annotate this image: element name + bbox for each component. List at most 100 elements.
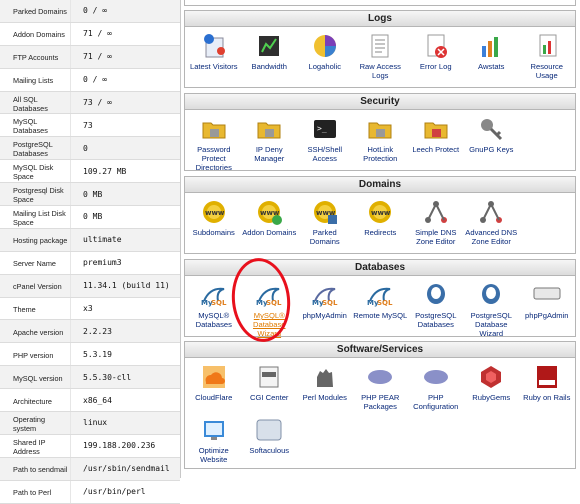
stats-row: MySQL Databases 73 xyxy=(0,114,180,138)
section-title-security: Security xyxy=(185,94,575,110)
parked-domains-link[interactable]: www Parked Domains xyxy=(297,196,353,246)
ip-deny-link[interactable]: IP Deny Manager xyxy=(242,113,298,172)
php-pear-link[interactable]: PHP PEAR Packages xyxy=(353,361,409,411)
stats-label: MySQL Databases xyxy=(13,117,48,136)
stats-label: MySQL Disk Space xyxy=(13,163,54,182)
icon-label: HotLink Protection xyxy=(363,145,398,163)
icons-logs: Latest Visitors Bandwidth Logaholic Raw Acc… xyxy=(185,27,575,80)
icon-label: Latest Visitors xyxy=(189,62,238,71)
previous-section-bottom xyxy=(184,0,576,6)
stats-label: Architecture xyxy=(13,396,52,406)
icon-label: GnuPG Keys xyxy=(469,145,514,154)
optimize-website-link[interactable]: Optimize Website xyxy=(186,414,242,464)
rubygems-link[interactable]: RubyGems xyxy=(464,361,520,411)
leech-protect-icon xyxy=(422,115,450,143)
icon-label: Simple DNS Zone Editor xyxy=(415,228,457,246)
error-log-link[interactable]: Error Log xyxy=(408,30,464,80)
awstats-link[interactable]: Awstats xyxy=(464,30,520,80)
section-title-databases: Databases xyxy=(185,260,575,276)
svg-text:SQL: SQL xyxy=(266,299,282,307)
icon-label: Softaculous xyxy=(249,446,290,455)
mysql-wizard-icon: My SQL xyxy=(255,281,283,309)
mysql-databases-link[interactable]: My SQL MySQL® Databases xyxy=(186,279,242,338)
ssh-shell-icon: >_ xyxy=(311,115,339,143)
bandwidth-link[interactable]: Bandwidth xyxy=(242,30,298,80)
stats-row: PHP version 5.3.19 xyxy=(0,343,180,367)
stats-label: Mailing Lists xyxy=(13,76,54,86)
svg-text:>_: >_ xyxy=(317,124,327,133)
gnupg-keys-link[interactable]: GnuPG Keys xyxy=(464,113,520,172)
icon-label: Bandwidth xyxy=(251,62,287,71)
icon-label: CGI Center xyxy=(250,393,289,402)
raw-access-logs-link[interactable]: Raw Access Logs xyxy=(353,30,409,80)
icon-label: MySQL® Databases xyxy=(195,311,232,329)
simple-dns-link[interactable]: Simple DNS Zone Editor xyxy=(408,196,464,246)
icon-label: PHP Configuration xyxy=(413,393,459,411)
parked-domains-icon: www xyxy=(311,198,339,226)
stats-label: Apache version xyxy=(13,327,64,337)
mysql-wizard-link[interactable]: My SQL MySQL® Database Wizard xyxy=(242,279,298,338)
stats-label: Mailing List Disk Space xyxy=(13,208,66,227)
advanced-dns-icon xyxy=(477,198,505,226)
stats-row: Apache version 2.2.23 xyxy=(0,320,180,344)
cloudflare-link[interactable]: CloudFlare xyxy=(186,361,242,411)
leech-protect-link[interactable]: Leech Protect xyxy=(408,113,464,172)
stats-value: premium3 xyxy=(70,251,180,274)
redirects-link[interactable]: www Redirects xyxy=(353,196,409,246)
icon-label: Parked Domains xyxy=(309,228,340,246)
error-log-icon xyxy=(422,32,450,60)
optimize-website-icon xyxy=(200,416,228,444)
stats-label: Postgresql Disk Space xyxy=(13,186,64,205)
cgi-center-link[interactable]: CGI Center xyxy=(242,361,298,411)
hotlink-link[interactable]: HotLink Protection xyxy=(353,113,409,172)
phpmyadmin-link[interactable]: My SQL phpMyAdmin xyxy=(297,279,353,338)
stats-value: /usr/sbin/sendmail xyxy=(70,457,180,480)
advanced-dns-link[interactable]: Advanced DNS Zone Editor xyxy=(464,196,520,246)
stats-row: Addon Domains 71 / ∞ xyxy=(0,22,180,46)
icon-label: phpPgAdmin xyxy=(525,311,569,320)
stats-label: Parked Domains xyxy=(13,7,67,17)
postgresql-databases-link[interactable]: PostgreSQL Databases xyxy=(408,279,464,338)
password-protect-link[interactable]: Password Protect Directories xyxy=(186,113,242,172)
ssh-shell-link[interactable]: >_ SSH/Shell Access xyxy=(297,113,353,172)
logaholic-link[interactable]: Logaholic xyxy=(297,30,353,80)
icon-label: Advanced DNS Zone Editor xyxy=(465,228,518,246)
php-configuration-link[interactable]: PHP Configuration xyxy=(408,361,464,411)
stats-row: Operating system linux xyxy=(0,412,180,435)
icons-security: Password Protect Directories IP Deny Mana… xyxy=(185,110,575,172)
perl-modules-link[interactable]: Perl Modules xyxy=(297,361,353,411)
stats-value: 73 xyxy=(70,114,180,137)
icon-label: Perl Modules xyxy=(302,393,347,402)
stats-value: 0 / ∞ xyxy=(70,68,180,91)
icons-databases: My SQL MySQL® Databases My SQL MySQL® Databas… xyxy=(185,276,575,338)
stats-value: 2.2.23 xyxy=(70,320,180,343)
stats-row: Mailing List Disk Space 0 MB xyxy=(0,206,180,229)
cloudflare-icon xyxy=(200,363,228,391)
addon-domains-link[interactable]: www Addon Domains xyxy=(242,196,298,246)
stats-row: Server Name premium3 xyxy=(0,251,180,275)
subdomains-link[interactable]: www Subdomains xyxy=(186,196,242,246)
simple-dns-icon xyxy=(422,198,450,226)
phppgadmin-icon xyxy=(533,281,561,309)
stats-label: cPanel Version xyxy=(13,282,62,292)
stats-value: linux xyxy=(70,412,180,434)
icon-label: PostgreSQL Database Wizard xyxy=(470,311,512,338)
remote-mysql-link[interactable]: My SQL Remote MySQL xyxy=(353,279,409,338)
raw-access-logs-icon xyxy=(366,32,394,60)
latest-visitors-link[interactable]: Latest Visitors xyxy=(186,30,242,80)
perl-modules-icon xyxy=(311,363,339,391)
postgresql-wizard-link[interactable]: PostgreSQL Database Wizard xyxy=(464,279,520,338)
stats-label: Addon Domains xyxy=(13,30,65,40)
icon-label: Password Protect Directories xyxy=(195,145,232,172)
icons-software-row2: Optimize Website Softaculous xyxy=(185,411,575,464)
phppgadmin-link[interactable]: phpPgAdmin xyxy=(519,279,575,338)
icon-label: IP Deny Manager xyxy=(254,145,285,163)
stats-row: Parked Domains 0 / ∞ xyxy=(0,0,180,23)
resource-usage-link[interactable]: Resource Usage xyxy=(519,30,575,80)
ruby-on-rails-link[interactable]: Ruby on Rails xyxy=(519,361,575,411)
softaculous-link[interactable]: Softaculous xyxy=(242,414,298,464)
cgi-center-icon xyxy=(255,363,283,391)
stats-row: Hosting package ultimate xyxy=(0,228,180,252)
stats-value: 0 MB xyxy=(70,206,180,228)
awstats-icon xyxy=(477,32,505,60)
